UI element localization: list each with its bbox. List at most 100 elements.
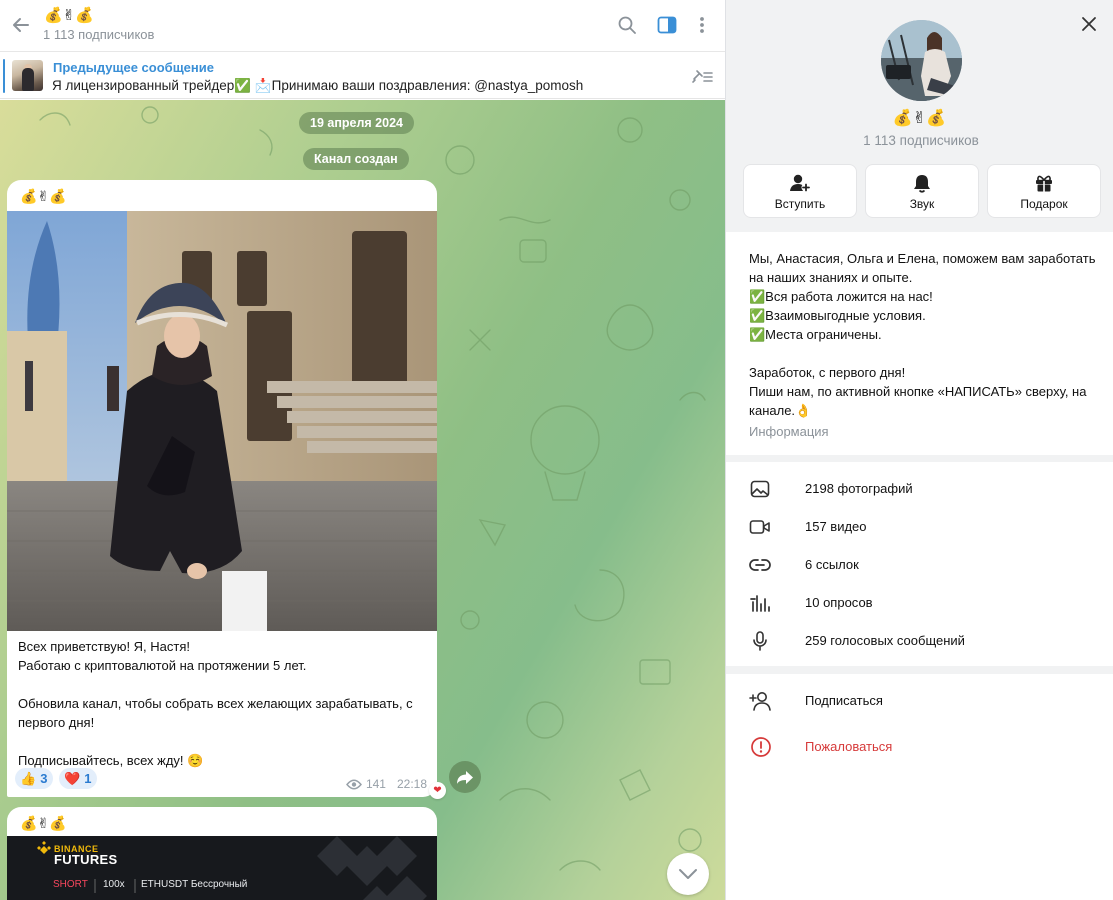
sidebar-toggle-button[interactable] [655, 13, 679, 37]
message-line: Всех приветствую! Я, Настя! [18, 639, 191, 654]
photo-icon [750, 480, 770, 498]
sidebar-icon [657, 16, 677, 34]
search-icon [618, 16, 636, 34]
chat-header: 💰✌💰 1 113 подписчиков [0, 0, 725, 52]
message-line: Обновила канал, чтобы собрать всех желаю… [18, 696, 413, 730]
close-button[interactable] [1077, 12, 1101, 36]
arrow-left-icon [13, 18, 29, 32]
pin-list-icon [692, 70, 713, 83]
message-author: 💰✌💰 [20, 815, 67, 831]
description-line: ✅Вся работа ложится на нас! [749, 289, 933, 304]
subscribe-action-label: Подписаться [805, 693, 883, 708]
description-caption: Информация [749, 424, 829, 439]
telegram-window: 💰✌💰 1 113 подписчиков Предыдущее сообщен… [0, 0, 1113, 900]
media-row-label: 157 видео [805, 519, 867, 534]
join-button-label: Вступить [774, 197, 826, 211]
shared-media-section: 2198 фотографий 157 видео 6 ссылок 10 оп… [726, 462, 1113, 666]
pinned-message-bar[interactable]: Предыдущее сообщение Я лицензированный т… [0, 53, 725, 99]
sound-button[interactable]: Звук [865, 164, 979, 218]
description-line: ✅Взаимовыгодные условия. [749, 308, 926, 323]
channel-description-section: Мы, Анастасия, Ольга и Елена, поможем ва… [726, 232, 1113, 455]
report-action[interactable]: Пожаловаться [726, 725, 1113, 769]
forward-button[interactable] [449, 761, 481, 793]
service-message: Канал создан [303, 148, 409, 170]
join-button[interactable]: Вступить [743, 164, 857, 218]
pinned-text: Я лицензированный трейдер✅ 📩Принимаю ваш… [52, 78, 584, 93]
pinned-list-button[interactable] [689, 65, 715, 87]
video-icon [749, 520, 770, 534]
futures-screenshot[interactable]: BINANCE FUTURES SHORT 100x ETHUSDT Бесср… [7, 836, 437, 900]
gift-icon [1036, 175, 1052, 192]
reaction-thumbs-up[interactable]: 👍 3 [15, 768, 54, 789]
message-line: Работаю с криптовалютой на протяжении 5 … [18, 658, 307, 673]
gift-button-label: Подарок [1020, 197, 1068, 211]
sound-button-label: Звук [909, 197, 935, 211]
message-meta: 141 22:18 [346, 777, 427, 791]
media-row-photos[interactable]: 2198 фотографий [726, 470, 1113, 508]
link-icon [749, 559, 771, 571]
poll-icon [750, 595, 770, 612]
report-icon [751, 737, 771, 757]
microphone-icon [753, 631, 767, 651]
search-button[interactable] [615, 13, 639, 37]
media-row-label: 6 ссылок [805, 557, 859, 572]
media-row-polls[interactable]: 10 опросов [726, 584, 1113, 622]
media-row-label: 2198 фотографий [805, 481, 913, 496]
chat-column: 💰✌💰 1 113 подписчиков Предыдущее сообщен… [0, 0, 726, 900]
media-row-voice[interactable]: 259 голосовых сообщений [726, 622, 1113, 660]
futures-side: SHORT [53, 879, 88, 890]
channel-subscribers: 1 113 подписчиков [863, 133, 979, 148]
message-bubble[interactable]: 💰✌💰 Всех приветствую! Я, Настя! Работаю … [7, 180, 437, 797]
futures-brand: FUTURES [54, 852, 118, 867]
share-arrow-icon [457, 770, 473, 784]
description-line: Мы, Анастасия, Ольга и Елена, поможем ва… [749, 251, 1096, 285]
chat-subscribers: 1 113 подписчиков [43, 27, 155, 42]
message-text: Всех приветствую! Я, Настя! Работаю с кр… [18, 637, 430, 770]
thumbs-up-icon: 👍 [20, 770, 37, 786]
reaction-count: 3 [40, 771, 48, 786]
view-count: 141 [365, 777, 386, 791]
more-vertical-icon [700, 17, 704, 33]
description-line: Заработок, с первого дня! [749, 365, 906, 380]
chat-title[interactable]: 💰✌💰 [44, 6, 94, 26]
channel-avatar[interactable] [881, 20, 962, 101]
media-row-label: 10 опросов [805, 595, 873, 610]
message-author: 💰✌💰 [20, 188, 67, 204]
message-time: 22:18 [396, 777, 427, 791]
eye-icon [346, 779, 362, 789]
chat-wallpaper: 19 апреля 2024 Канал создан 💰✌💰 Всех при… [0, 100, 725, 900]
pinned-indicator [3, 59, 5, 93]
pinned-label: Предыдущее сообщение [53, 60, 214, 75]
description-line: ✅Места ограничены. [749, 327, 882, 342]
media-row-videos[interactable]: 157 видео [726, 508, 1113, 546]
date-separator: 19 апреля 2024 [299, 112, 414, 134]
avatar-image [881, 20, 962, 101]
reaction-heart[interactable]: ❤️ 1 [59, 768, 98, 789]
more-button[interactable] [690, 13, 714, 37]
add-user-icon [749, 692, 771, 711]
user-plus-icon [790, 174, 811, 192]
subscribe-action[interactable]: Подписаться [726, 679, 1113, 723]
chevron-down-icon [679, 869, 697, 879]
channel-actions-section: Подписаться Пожаловаться [726, 674, 1113, 900]
message-bubble[interactable]: 💰✌💰 BINANCE FUTURES SHORT 100x ETHUSDT Б… [7, 807, 437, 900]
gift-button[interactable]: Подарок [987, 164, 1101, 218]
photo-image [7, 211, 437, 631]
media-row-label: 259 голосовых сообщений [805, 633, 965, 648]
reaction-count: 1 [84, 771, 92, 786]
media-row-links[interactable]: 6 ссылок [726, 546, 1113, 584]
back-button[interactable] [8, 12, 34, 38]
message-photo[interactable] [7, 211, 437, 631]
channel-description: Мы, Анастасия, Ольга и Елена, поможем ва… [749, 249, 1104, 420]
own-reaction-badge: ❤ [429, 782, 446, 799]
description-line: Пиши нам, по активной кнопке «НАПИСАТЬ» … [749, 384, 1087, 418]
heart-icon: ❤️ [64, 770, 81, 786]
futures-pair: ETHUSDT Бессрочный [141, 879, 248, 890]
scroll-down-button[interactable] [667, 853, 709, 895]
channel-info-panel: 💰✌💰 1 113 подписчиков Вступить Звук Пода… [726, 0, 1113, 900]
bell-icon [914, 175, 930, 193]
futures-leverage: 100x [103, 879, 125, 890]
close-icon [1082, 17, 1096, 31]
pinned-thumbnail [12, 60, 43, 91]
report-action-label: Пожаловаться [805, 739, 893, 754]
